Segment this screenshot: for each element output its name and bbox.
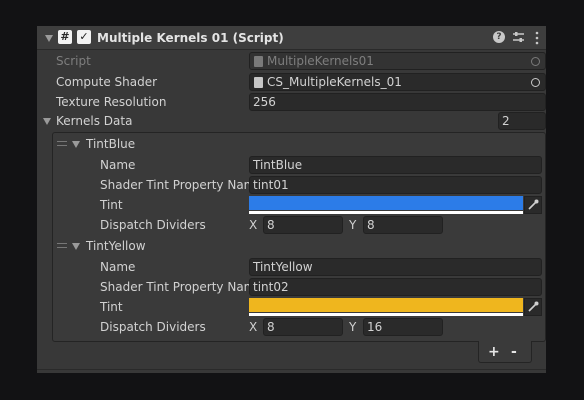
shader-tint-property-field[interactable]: tint02 xyxy=(249,278,542,296)
tint-color-swatch xyxy=(249,298,523,312)
component-header[interactable]: # ✓ Multiple Kernels 01 (Script) ? xyxy=(37,26,546,50)
eyedropper-icon[interactable] xyxy=(524,298,542,316)
enabled-checkbox[interactable]: ✓ xyxy=(77,30,91,44)
remove-element-button[interactable]: - xyxy=(511,344,517,360)
element-header[interactable]: TintYellow xyxy=(86,238,146,254)
shader-tint-property-label: Shader Tint Property Nam xyxy=(100,178,256,192)
element-foldout-arrow-icon[interactable] xyxy=(72,243,80,250)
texture-resolution-label: Texture Resolution xyxy=(56,95,167,109)
tint-label: Tint xyxy=(100,300,123,314)
compute-shader-value: CS_MultipleKernels_01 xyxy=(267,75,402,89)
script-value: MultipleKernels01 xyxy=(267,54,374,68)
drag-handle-icon[interactable] xyxy=(57,141,67,146)
element-header[interactable]: TintBlue xyxy=(86,136,135,152)
bottom-divider xyxy=(37,369,546,370)
add-element-button[interactable]: + xyxy=(488,344,500,360)
tint-color-field[interactable] xyxy=(249,298,523,316)
object-picker-icon xyxy=(531,57,540,66)
component-title: Multiple Kernels 01 (Script) xyxy=(97,31,284,45)
name-field[interactable]: TintBlue xyxy=(249,156,542,174)
script-field: MultipleKernels01 xyxy=(249,52,546,70)
list-footer xyxy=(478,341,532,363)
shader-tint-property-label: Shader Tint Property Nam xyxy=(100,280,256,294)
dispatch-y-field[interactable]: 8 xyxy=(363,216,443,234)
inspector-panel: # ✓ Multiple Kernels 01 (Script) ? Scrip… xyxy=(37,26,546,373)
dispatch-x-field[interactable]: 8 xyxy=(263,216,343,234)
compute-shader-field[interactable]: CS_MultipleKernels_01 xyxy=(249,73,546,91)
dispatch-dividers-label: Dispatch Dividers xyxy=(100,218,206,232)
eyedropper-icon[interactable] xyxy=(524,196,542,214)
help-icon[interactable]: ? xyxy=(493,31,505,43)
foldout-arrow-icon[interactable] xyxy=(45,35,53,42)
shader-tint-property-field[interactable]: tint01 xyxy=(249,176,542,194)
dispatch-y-field[interactable]: 16 xyxy=(363,318,443,336)
dispatch-x-field[interactable]: 8 xyxy=(263,318,343,336)
compute-shader-label: Compute Shader xyxy=(56,75,158,89)
script-file-icon xyxy=(254,56,263,67)
x-label: X xyxy=(249,320,258,334)
name-label: Name xyxy=(100,260,136,274)
kernels-foldout-arrow-icon[interactable] xyxy=(43,118,51,125)
drag-handle-icon[interactable] xyxy=(57,243,67,248)
compute-shader-file-icon xyxy=(254,77,263,88)
dispatch-dividers-label: Dispatch Dividers xyxy=(100,320,206,334)
element-foldout-arrow-icon[interactable] xyxy=(72,141,80,148)
more-icon[interactable] xyxy=(534,31,540,45)
texture-resolution-field[interactable]: 256 xyxy=(249,93,546,111)
kernels-data-label: Kernels Data xyxy=(56,114,133,128)
tint-label: Tint xyxy=(100,198,123,212)
tint-color-field[interactable] xyxy=(249,196,523,214)
y-label: Y xyxy=(349,320,357,334)
x-label: X xyxy=(249,218,258,232)
alpha-bar xyxy=(249,211,523,214)
script-icon: # xyxy=(58,30,72,44)
tint-color-swatch xyxy=(249,196,523,210)
kernels-data-size-field[interactable]: 2 xyxy=(498,112,546,130)
preset-icon[interactable] xyxy=(512,31,525,44)
object-picker-icon[interactable] xyxy=(531,78,540,87)
y-label: Y xyxy=(349,218,357,232)
alpha-bar xyxy=(249,313,523,316)
name-field[interactable]: TintYellow xyxy=(249,258,542,276)
name-label: Name xyxy=(100,158,136,172)
script-label: Script xyxy=(56,54,91,68)
